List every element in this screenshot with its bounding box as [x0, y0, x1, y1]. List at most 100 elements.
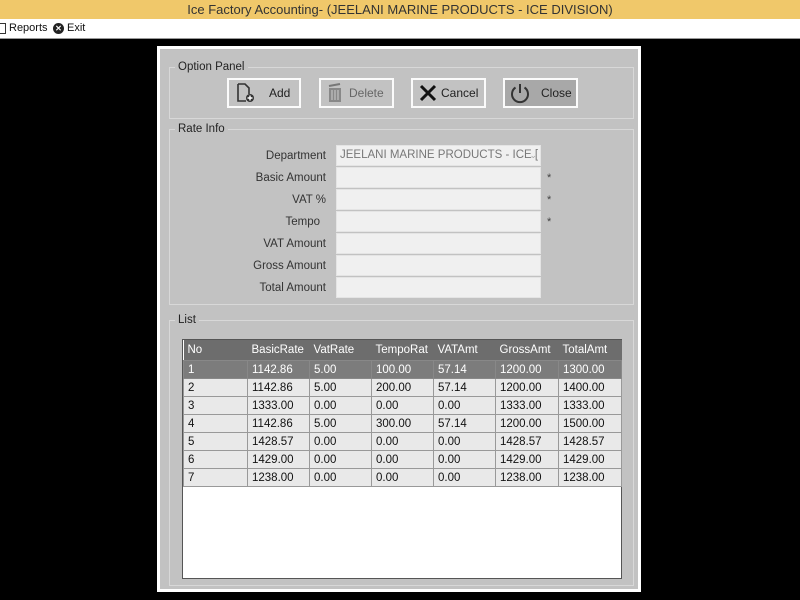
table-cell: 4	[183, 414, 248, 433]
table-cell: 0.00	[371, 396, 434, 415]
department-value: JEELANI MARINE PRODUCTS - ICE [	[340, 149, 539, 161]
add-button-label: Add	[269, 86, 291, 100]
exit-icon: ✕	[53, 23, 64, 34]
table-cell: 1300.00	[558, 360, 622, 379]
table-cell: 2	[183, 378, 248, 397]
table-cell: 5.00	[309, 360, 372, 379]
dialog-body: Option Panel Add Delete Cancel Close Rat…	[160, 49, 638, 589]
rates-table: No BasicRate VatRate TempoRat VATAmt GrossAmt…	[183, 340, 622, 487]
table-cell: 200.00	[371, 378, 434, 397]
table-cell: 0.00	[371, 432, 434, 451]
power-icon	[509, 82, 531, 104]
column-header[interactable]: BasicRate	[247, 340, 310, 361]
vat-percent-label: VAT %	[292, 193, 326, 206]
menu-item-exit-label: Exit	[67, 22, 86, 34]
window-title: Ice Factory Accounting- (JEELANI MARINE …	[0, 0, 800, 19]
cancel-button[interactable]: Cancel	[411, 78, 486, 108]
table-cell: 0.00	[309, 450, 372, 469]
table-cell: 1333.00	[495, 396, 559, 415]
rate-dialog: Option Panel Add Delete Cancel Close Rat…	[157, 46, 641, 592]
menu-item-reports-label: Reports	[9, 22, 48, 34]
table-cell: 1142.86	[247, 360, 310, 379]
vat-amount-input[interactable]	[336, 233, 541, 254]
table-row[interactable]: 5 1428.57 0.00 0.00 0.00 1428.57 1428.57	[183, 432, 622, 451]
table-cell: 1333.00	[247, 396, 310, 415]
total-amount-input[interactable]	[336, 277, 541, 298]
list-title: List	[178, 314, 196, 326]
table-cell: 0.00	[309, 396, 372, 415]
required-marker: *	[547, 171, 552, 184]
tempo-label: Tempo	[285, 215, 320, 228]
column-header[interactable]: VatRate	[309, 340, 372, 361]
table-cell: 1200.00	[495, 414, 559, 433]
table-cell: 1238.00	[247, 468, 310, 487]
column-header[interactable]: TempoRat	[371, 340, 434, 361]
table-row[interactable]: 2 1142.86 5.00 200.00 57.14 1200.00 1400.00	[183, 378, 622, 397]
trash-icon	[327, 83, 343, 103]
vat-amount-label: VAT Amount	[263, 237, 326, 250]
gross-amount-input[interactable]	[336, 255, 541, 276]
delete-button[interactable]: Delete	[319, 78, 394, 108]
table-cell: 1429.00	[558, 450, 622, 469]
basic-amount-input[interactable]	[336, 167, 541, 188]
column-header[interactable]: GrossAmt	[495, 340, 559, 361]
close-button-label: Close	[541, 86, 572, 100]
required-marker: *	[547, 193, 552, 206]
cancel-button-label: Cancel	[441, 86, 479, 100]
column-header[interactable]: TotalAmt	[558, 340, 622, 361]
close-button[interactable]: Close	[503, 78, 578, 108]
department-select[interactable]: JEELANI MARINE PRODUCTS - ICE [ ⌄	[336, 145, 541, 166]
column-header[interactable]: No	[183, 340, 248, 361]
table-header-row: No BasicRate VatRate TempoRat VATAmt GrossAmt…	[183, 340, 622, 361]
option-panel-title: Option Panel	[178, 61, 245, 73]
table-cell: 1238.00	[558, 468, 622, 487]
menu-item-reports[interactable]: Reports	[0, 19, 48, 38]
table-row[interactable]: 4 1142.86 5.00 300.00 57.14 1200.00 1500.00	[183, 414, 622, 433]
table-cell: 100.00	[371, 360, 434, 379]
table-cell: 1142.86	[247, 378, 310, 397]
basic-amount-label: Basic Amount	[255, 171, 326, 184]
x-icon	[419, 84, 437, 102]
table-cell: 5.00	[309, 414, 372, 433]
add-file-icon	[235, 83, 255, 103]
rates-grid[interactable]: No BasicRate VatRate TempoRat VATAmt GrossAmt…	[182, 339, 622, 579]
table-cell: 1429.00	[495, 450, 559, 469]
table-cell: 1333.00	[558, 396, 622, 415]
menu-item-exit[interactable]: ✕ Exit	[53, 19, 85, 38]
table-cell: 7	[183, 468, 248, 487]
department-label: Department	[265, 149, 326, 162]
table-cell: 5.00	[309, 378, 372, 397]
table-cell: 1142.86	[247, 414, 310, 433]
table-row[interactable]: 3 1333.00 0.00 0.00 0.00 1333.00 1333.00	[183, 396, 622, 415]
add-button[interactable]: Add	[227, 78, 301, 108]
report-icon	[0, 23, 6, 34]
table-cell: 5	[183, 432, 248, 451]
table-cell: 1	[183, 360, 248, 379]
table-row[interactable]: 7 1238.00 0.00 0.00 0.00 1238.00 1238.00	[183, 468, 622, 487]
tempo-input[interactable]	[336, 211, 541, 232]
menu-bar: Reports ✕ Exit	[0, 19, 800, 39]
table-cell: 1428.57	[247, 432, 310, 451]
table-cell: 1428.57	[495, 432, 559, 451]
table-cell: 1238.00	[495, 468, 559, 487]
table-cell: 0.00	[433, 396, 496, 415]
vat-percent-input[interactable]	[336, 189, 541, 210]
column-header[interactable]: VATAmt	[433, 340, 496, 361]
table-cell: 1200.00	[495, 378, 559, 397]
rate-info-title: Rate Info	[178, 123, 225, 135]
table-cell: 1400.00	[558, 378, 622, 397]
table-cell: 0.00	[371, 468, 434, 487]
table-cell: 6	[183, 450, 248, 469]
table-cell: 0.00	[309, 468, 372, 487]
table-cell: 0.00	[433, 450, 496, 469]
chevron-down-icon: ⌄	[529, 150, 537, 160]
table-row[interactable]: 6 1429.00 0.00 0.00 0.00 1429.00 1429.00	[183, 450, 622, 469]
table-cell: 1428.57	[558, 432, 622, 451]
table-row[interactable]: 1 1142.86 5.00 100.00 57.14 1200.00 1300.00	[183, 360, 622, 379]
total-amount-label: Total Amount	[259, 281, 326, 294]
table-cell: 1429.00	[247, 450, 310, 469]
gross-amount-label: Gross Amount	[253, 259, 326, 272]
table-cell: 57.14	[433, 414, 496, 433]
table-cell: 0.00	[433, 468, 496, 487]
required-marker: *	[547, 215, 552, 228]
